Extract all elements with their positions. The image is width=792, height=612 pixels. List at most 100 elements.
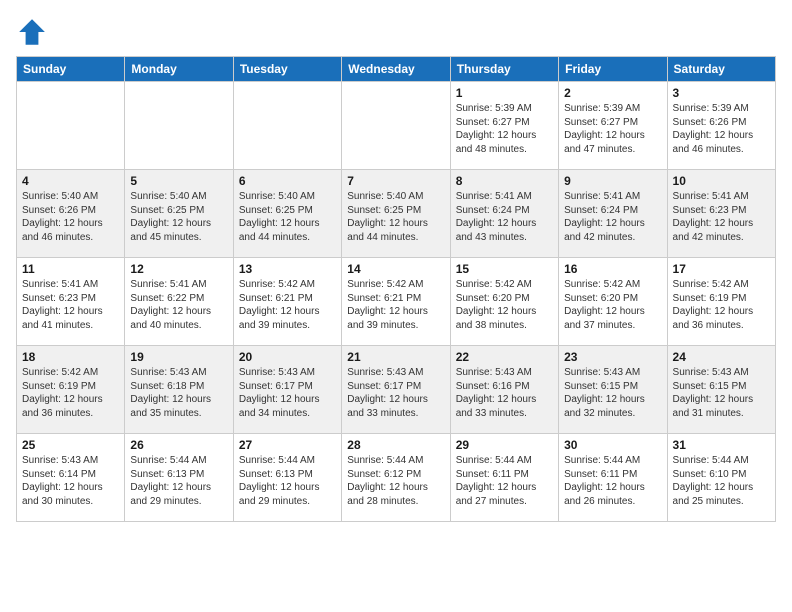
- day-number: 7: [347, 174, 444, 188]
- day-number: 2: [564, 86, 661, 100]
- day-number: 3: [673, 86, 770, 100]
- day-info: Sunrise: 5:44 AM Sunset: 6:11 PM Dayligh…: [456, 454, 553, 508]
- day-info: Sunrise: 5:41 AM Sunset: 6:24 PM Dayligh…: [564, 190, 661, 244]
- day-info: Sunrise: 5:40 AM Sunset: 6:26 PM Dayligh…: [22, 190, 119, 244]
- calendar-cell: 18 Sunrise: 5:42 AM Sunset: 6:19 PM Dayli…: [17, 346, 125, 434]
- day-number: 22: [456, 350, 553, 364]
- day-info: Sunrise: 5:44 AM Sunset: 6:10 PM Dayligh…: [673, 454, 770, 508]
- calendar-week-5: 25 Sunrise: 5:43 AM Sunset: 6:14 PM Dayli…: [17, 434, 776, 522]
- day-number: 27: [239, 438, 336, 452]
- day-number: 21: [347, 350, 444, 364]
- day-number: 15: [456, 262, 553, 276]
- calendar-cell: 2 Sunrise: 5:39 AM Sunset: 6:27 PM Daylig…: [559, 82, 667, 170]
- calendar-cell: 1 Sunrise: 5:39 AM Sunset: 6:27 PM Daylig…: [450, 82, 558, 170]
- day-info: Sunrise: 5:39 AM Sunset: 6:26 PM Dayligh…: [673, 102, 770, 156]
- day-number: 8: [456, 174, 553, 188]
- day-number: 12: [130, 262, 227, 276]
- calendar-cell: 7 Sunrise: 5:40 AM Sunset: 6:25 PM Daylig…: [342, 170, 450, 258]
- calendar-week-2: 4 Sunrise: 5:40 AM Sunset: 6:26 PM Daylig…: [17, 170, 776, 258]
- calendar-cell: 9Sunrise: 5:41 AM Sunset: 6:24 PM Daylig…: [559, 170, 667, 258]
- day-info: Sunrise: 5:43 AM Sunset: 6:17 PM Dayligh…: [347, 366, 444, 420]
- day-number: 19: [130, 350, 227, 364]
- day-info: Sunrise: 5:42 AM Sunset: 6:19 PM Dayligh…: [673, 278, 770, 332]
- day-info: Sunrise: 5:44 AM Sunset: 6:13 PM Dayligh…: [239, 454, 336, 508]
- day-info: Sunrise: 5:43 AM Sunset: 6:14 PM Dayligh…: [22, 454, 119, 508]
- calendar-cell: 25 Sunrise: 5:43 AM Sunset: 6:14 PM Dayli…: [17, 434, 125, 522]
- header-sunday: Sunday: [17, 57, 125, 82]
- day-info: Sunrise: 5:43 AM Sunset: 6:18 PM Dayligh…: [130, 366, 227, 420]
- calendar-cell: 31Sunrise: 5:44 AM Sunset: 6:10 PM Dayli…: [667, 434, 775, 522]
- day-number: 24: [673, 350, 770, 364]
- calendar-cell: 24 Sunrise: 5:43 AM Sunset: 6:15 PM Dayli…: [667, 346, 775, 434]
- calendar-week-1: 1 Sunrise: 5:39 AM Sunset: 6:27 PM Daylig…: [17, 82, 776, 170]
- day-number: 10: [673, 174, 770, 188]
- calendar-cell: 20Sunrise: 5:43 AM Sunset: 6:17 PM Dayli…: [233, 346, 341, 434]
- calendar-cell: 27 Sunrise: 5:44 AM Sunset: 6:13 PM Dayli…: [233, 434, 341, 522]
- day-number: 14: [347, 262, 444, 276]
- day-info: Sunrise: 5:42 AM Sunset: 6:20 PM Dayligh…: [456, 278, 553, 332]
- calendar-cell: 15 Sunrise: 5:42 AM Sunset: 6:20 PM Dayli…: [450, 258, 558, 346]
- day-info: Sunrise: 5:40 AM Sunset: 6:25 PM Dayligh…: [347, 190, 444, 244]
- calendar-cell: [125, 82, 233, 170]
- day-number: 28: [347, 438, 444, 452]
- calendar-cell: 8 Sunrise: 5:41 AM Sunset: 6:24 PM Daylig…: [450, 170, 558, 258]
- calendar-week-3: 11Sunrise: 5:41 AM Sunset: 6:23 PM Dayli…: [17, 258, 776, 346]
- day-number: 18: [22, 350, 119, 364]
- calendar-cell: 5Sunrise: 5:40 AM Sunset: 6:25 PM Daylig…: [125, 170, 233, 258]
- calendar-cell: [17, 82, 125, 170]
- day-info: Sunrise: 5:39 AM Sunset: 6:27 PM Dayligh…: [456, 102, 553, 156]
- calendar-cell: 30 Sunrise: 5:44 AM Sunset: 6:11 PM Dayli…: [559, 434, 667, 522]
- day-info: Sunrise: 5:43 AM Sunset: 6:15 PM Dayligh…: [673, 366, 770, 420]
- day-info: Sunrise: 5:40 AM Sunset: 6:25 PM Dayligh…: [239, 190, 336, 244]
- calendar-cell: 16 Sunrise: 5:42 AM Sunset: 6:20 PM Dayli…: [559, 258, 667, 346]
- calendar-cell: 17 Sunrise: 5:42 AM Sunset: 6:19 PM Dayli…: [667, 258, 775, 346]
- page-header: [16, 16, 776, 48]
- day-number: 26: [130, 438, 227, 452]
- day-number: 29: [456, 438, 553, 452]
- calendar-cell: 22Sunrise: 5:43 AM Sunset: 6:16 PM Dayli…: [450, 346, 558, 434]
- calendar-cell: 28Sunrise: 5:44 AM Sunset: 6:12 PM Dayli…: [342, 434, 450, 522]
- calendar-cell: 19 Sunrise: 5:43 AM Sunset: 6:18 PM Dayli…: [125, 346, 233, 434]
- day-info: Sunrise: 5:39 AM Sunset: 6:27 PM Dayligh…: [564, 102, 661, 156]
- day-info: Sunrise: 5:42 AM Sunset: 6:21 PM Dayligh…: [239, 278, 336, 332]
- day-info: Sunrise: 5:42 AM Sunset: 6:20 PM Dayligh…: [564, 278, 661, 332]
- header-wednesday: Wednesday: [342, 57, 450, 82]
- day-number: 25: [22, 438, 119, 452]
- calendar-cell: 21 Sunrise: 5:43 AM Sunset: 6:17 PM Dayli…: [342, 346, 450, 434]
- day-info: Sunrise: 5:41 AM Sunset: 6:22 PM Dayligh…: [130, 278, 227, 332]
- calendar-cell: 23 Sunrise: 5:43 AM Sunset: 6:15 PM Dayli…: [559, 346, 667, 434]
- day-info: Sunrise: 5:43 AM Sunset: 6:15 PM Dayligh…: [564, 366, 661, 420]
- day-info: Sunrise: 5:44 AM Sunset: 6:11 PM Dayligh…: [564, 454, 661, 508]
- calendar-cell: [342, 82, 450, 170]
- header-monday: Monday: [125, 57, 233, 82]
- day-number: 1: [456, 86, 553, 100]
- calendar-week-4: 18 Sunrise: 5:42 AM Sunset: 6:19 PM Dayli…: [17, 346, 776, 434]
- day-number: 30: [564, 438, 661, 452]
- logo: [16, 16, 52, 48]
- day-number: 20: [239, 350, 336, 364]
- day-info: Sunrise: 5:42 AM Sunset: 6:19 PM Dayligh…: [22, 366, 119, 420]
- day-number: 5: [130, 174, 227, 188]
- day-info: Sunrise: 5:41 AM Sunset: 6:23 PM Dayligh…: [673, 190, 770, 244]
- header-friday: Friday: [559, 57, 667, 82]
- day-number: 11: [22, 262, 119, 276]
- header-saturday: Saturday: [667, 57, 775, 82]
- calendar-cell: 29 Sunrise: 5:44 AM Sunset: 6:11 PM Dayli…: [450, 434, 558, 522]
- calendar-table: SundayMondayTuesdayWednesdayThursdayFrid…: [16, 56, 776, 522]
- calendar-cell: 6 Sunrise: 5:40 AM Sunset: 6:25 PM Daylig…: [233, 170, 341, 258]
- day-number: 16: [564, 262, 661, 276]
- day-number: 6: [239, 174, 336, 188]
- calendar-cell: 13Sunrise: 5:42 AM Sunset: 6:21 PM Dayli…: [233, 258, 341, 346]
- calendar-cell: [233, 82, 341, 170]
- calendar-cell: 3 Sunrise: 5:39 AM Sunset: 6:26 PM Daylig…: [667, 82, 775, 170]
- day-number: 23: [564, 350, 661, 364]
- header-thursday: Thursday: [450, 57, 558, 82]
- day-number: 17: [673, 262, 770, 276]
- day-number: 4: [22, 174, 119, 188]
- logo-icon: [16, 16, 48, 48]
- calendar-cell: 11Sunrise: 5:41 AM Sunset: 6:23 PM Dayli…: [17, 258, 125, 346]
- header-tuesday: Tuesday: [233, 57, 341, 82]
- day-info: Sunrise: 5:41 AM Sunset: 6:24 PM Dayligh…: [456, 190, 553, 244]
- calendar-cell: 12 Sunrise: 5:41 AM Sunset: 6:22 PM Dayli…: [125, 258, 233, 346]
- calendar-header-row: SundayMondayTuesdayWednesdayThursdayFrid…: [17, 57, 776, 82]
